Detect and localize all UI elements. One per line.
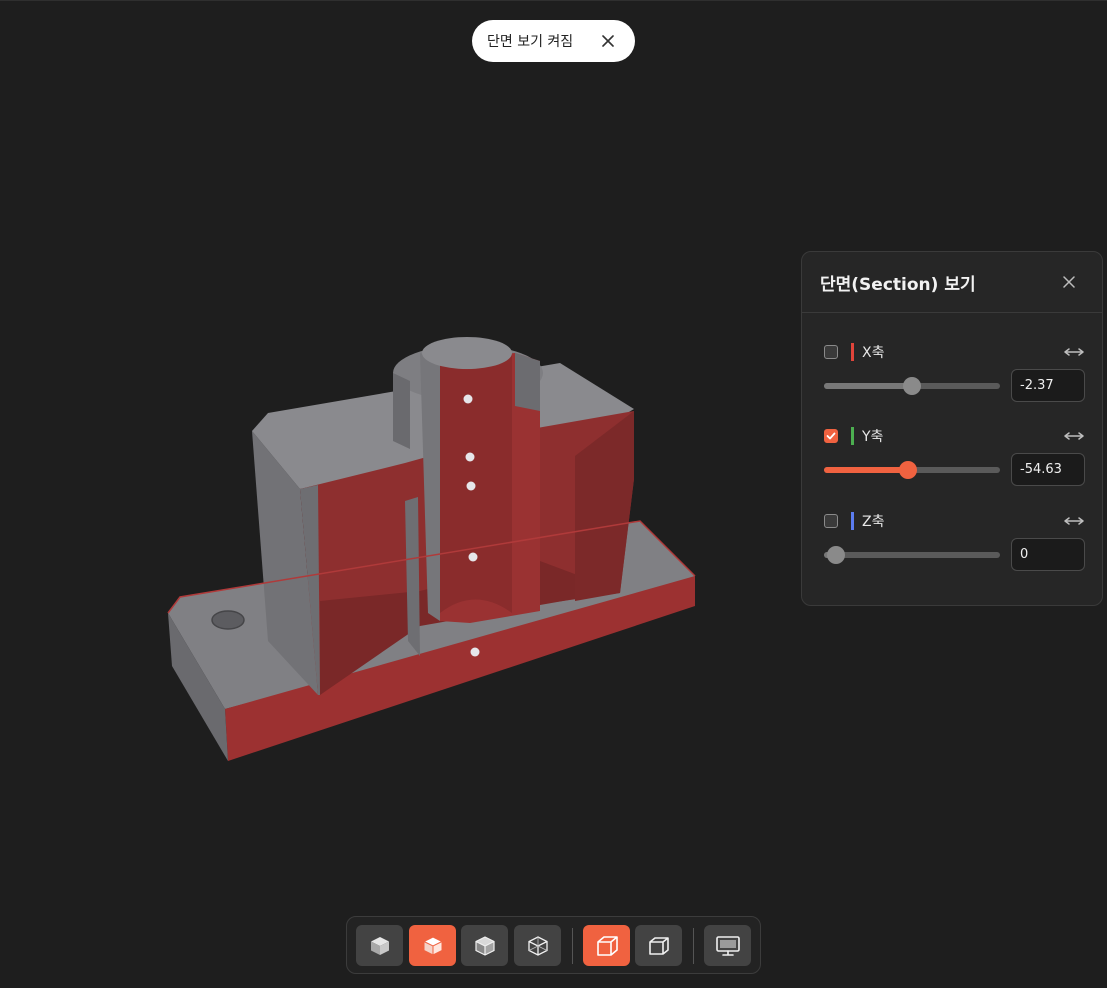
axis-row-x: X축 <box>824 341 1086 403</box>
close-icon[interactable] <box>1060 273 1078 291</box>
slider-thumb[interactable] <box>827 546 845 564</box>
3d-viewport[interactable]: 단면 보기 켜짐 단면(Section) 보기 X축 -2.37 Y축 -54.… <box>0 0 1107 987</box>
wireframe-view-button[interactable] <box>514 925 561 966</box>
orthographic-button[interactable] <box>635 925 682 966</box>
axis-y-value-input[interactable] <box>1011 453 1085 486</box>
mounting-hole <box>211 610 245 630</box>
status-toast: 단면 보기 켜짐 <box>472 20 635 62</box>
axis-y-label: Y축 <box>862 429 884 445</box>
transparent-view-button[interactable] <box>461 925 508 966</box>
close-icon[interactable] <box>598 31 618 51</box>
section-panel: 단면(Section) 보기 X축 -2.37 Y축 -54.63 Z축 0 <box>801 251 1103 606</box>
axis-row-y: Y축 <box>824 425 1086 487</box>
monitor-icon <box>715 935 740 956</box>
wireframe-cube-icon <box>527 935 548 956</box>
toolbar-divider <box>693 928 694 964</box>
axis-z-checkbox[interactable] <box>824 514 838 528</box>
slider-thumb[interactable] <box>899 461 917 479</box>
orthographic-box-icon <box>648 936 669 955</box>
shaft-bore <box>440 353 512 613</box>
axis-y-color <box>851 427 854 445</box>
shaded-edges-view-button[interactable] <box>409 925 456 966</box>
shaft-right-edge <box>515 353 540 411</box>
transparent-cube-icon <box>474 935 495 956</box>
axis-z-label: Z축 <box>862 514 885 530</box>
marker-point[interactable] <box>463 394 473 404</box>
boss-ring-side <box>393 373 410 449</box>
axis-x-color <box>851 343 854 361</box>
axis-y-checkbox[interactable] <box>824 429 838 443</box>
axis-x-label: X축 <box>862 345 885 361</box>
flip-direction-icon[interactable] <box>1062 428 1086 444</box>
slider-thumb[interactable] <box>903 377 921 395</box>
marker-point[interactable] <box>465 452 475 462</box>
marker-point[interactable] <box>468 552 478 562</box>
flip-direction-icon[interactable] <box>1062 513 1086 529</box>
marker-point[interactable] <box>466 481 476 491</box>
axis-z-slider[interactable] <box>824 546 1000 564</box>
toast-text: 단면 보기 켜짐 <box>487 34 574 50</box>
marker-point[interactable] <box>470 647 480 657</box>
axis-x-checkbox[interactable] <box>824 345 838 359</box>
display-settings-button[interactable] <box>704 925 751 966</box>
axis-z-value-input[interactable] <box>1011 538 1085 571</box>
axis-y-slider[interactable] <box>824 461 1000 479</box>
perspective-button[interactable] <box>583 925 630 966</box>
axis-z-color <box>851 512 854 530</box>
flip-direction-icon[interactable] <box>1062 344 1086 360</box>
panel-title: 단면(Section) 보기 <box>820 274 976 295</box>
shaded-edges-cube-icon <box>423 935 442 956</box>
panel-header: 단면(Section) 보기 <box>802 252 1102 313</box>
shaft-top <box>422 337 512 369</box>
view-toolbar <box>346 916 761 974</box>
toolbar-divider <box>572 928 573 964</box>
perspective-box-icon <box>596 935 618 956</box>
axis-row-z: Z축 <box>824 510 1086 572</box>
solid-view-button[interactable] <box>356 925 403 966</box>
axis-x-value-input[interactable] <box>1011 369 1085 402</box>
axis-x-slider[interactable] <box>824 377 1000 395</box>
solid-cube-icon <box>370 936 389 955</box>
